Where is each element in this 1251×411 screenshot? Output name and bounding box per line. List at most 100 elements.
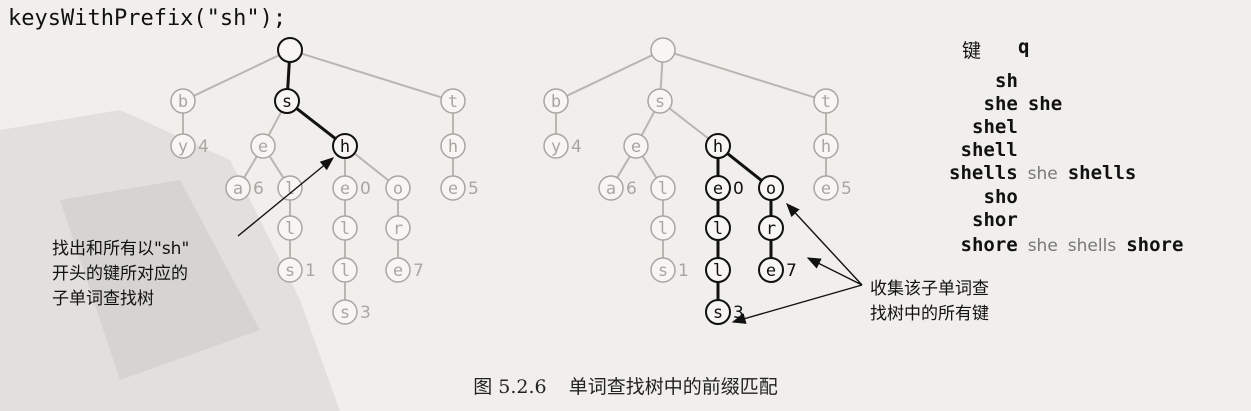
row-key: sho bbox=[983, 186, 1018, 208]
trie-edge bbox=[659, 61, 664, 90]
annotation-collect-keys: 收集该子单词查 找树中的所有键 bbox=[870, 277, 989, 327]
trie-node-value: 0 bbox=[360, 179, 371, 199]
trie-node-label: l bbox=[285, 219, 295, 239]
trie-edge bbox=[726, 152, 763, 182]
trie-node-label: h bbox=[713, 137, 723, 157]
queue-item: she bbox=[1027, 93, 1063, 115]
trie-node-label: e bbox=[821, 179, 831, 199]
table-row: shell bbox=[961, 139, 1018, 161]
table-row: shel bbox=[972, 116, 1018, 138]
table-row: shor bbox=[972, 209, 1018, 231]
trie-edge bbox=[286, 61, 291, 90]
figure-number: 图 5.2.6 bbox=[473, 376, 547, 398]
trie-node-label: t bbox=[821, 92, 831, 112]
trie-edge bbox=[640, 111, 656, 136]
trie-node-label: l bbox=[713, 219, 723, 239]
trie-node-label: o bbox=[766, 179, 776, 199]
row-key: sh bbox=[995, 70, 1018, 92]
annotation-line: 找出和所有以"sh" bbox=[52, 239, 190, 259]
trie-node-label: r bbox=[393, 219, 403, 239]
trie-node-label: a bbox=[606, 179, 616, 199]
trie-node-label: e bbox=[631, 137, 641, 157]
queue-item: she bbox=[1027, 236, 1058, 256]
trie-node-value: 5 bbox=[841, 179, 852, 199]
queue-item: shore bbox=[1126, 234, 1184, 256]
trie-node-value: 7 bbox=[786, 261, 797, 281]
left-trie: b s ty 4 e h ha 6 l e 0 o e 5l l rs 1 l e 7s 3 bbox=[170, 37, 479, 325]
trie-node-value: 6 bbox=[626, 179, 637, 199]
trie-edge bbox=[616, 155, 631, 179]
trie-edge bbox=[243, 155, 258, 179]
trie-edge bbox=[353, 152, 390, 182]
trie-node-label: r bbox=[766, 219, 776, 239]
trie-node-value: 5 bbox=[468, 179, 479, 199]
trie-node-value: 6 bbox=[253, 179, 264, 199]
trie-node-label: s bbox=[713, 303, 723, 323]
trie-node-label: s bbox=[340, 303, 350, 323]
annotation-arrow bbox=[806, 257, 863, 286]
trie-node-label: e bbox=[766, 261, 776, 281]
table-row: shells she shells bbox=[949, 162, 1136, 184]
trie-node-label: h bbox=[821, 137, 831, 157]
annotation-arrow bbox=[731, 284, 863, 324]
trie-edge bbox=[193, 54, 280, 97]
trie-edge bbox=[301, 52, 442, 99]
trie-node-value: 1 bbox=[678, 261, 689, 281]
table-row: shore she shells shore bbox=[961, 234, 1184, 256]
trie-node-label: s bbox=[658, 261, 668, 281]
trie-node-value: 4 bbox=[198, 137, 209, 157]
annotation-find-subtrie: 找出和所有以"sh" 开头的键所对应的 子单词查找树 bbox=[52, 237, 189, 312]
trie-edge bbox=[295, 107, 337, 140]
table-row: sho bbox=[984, 186, 1018, 208]
trie-node-label: b bbox=[178, 92, 188, 112]
trie-node-label: e bbox=[448, 179, 458, 199]
trie-node-label: l bbox=[340, 219, 350, 239]
row-key: shel bbox=[972, 116, 1018, 138]
row-key: shor bbox=[972, 209, 1018, 231]
trie-edge bbox=[668, 107, 710, 140]
annotation-arrow bbox=[786, 202, 863, 286]
trie-node-value: 7 bbox=[413, 261, 424, 281]
table-row: she she bbox=[984, 93, 1063, 115]
trie-node-value: 0 bbox=[733, 179, 744, 199]
figure-title: 单词查找树中的前缀匹配 bbox=[568, 376, 778, 398]
queue-item: shells bbox=[1067, 162, 1137, 184]
header-key: 键 bbox=[962, 40, 982, 62]
trie-edge bbox=[267, 111, 283, 136]
row-key: shore bbox=[960, 234, 1018, 256]
code-title: keysWithPrefix("sh"); bbox=[8, 6, 287, 31]
header-q: q bbox=[1018, 36, 1030, 58]
trie-node-label: b bbox=[551, 92, 561, 112]
trie-node-label: o bbox=[393, 179, 403, 199]
trie-node-label: s bbox=[285, 261, 295, 281]
row-key: shell bbox=[960, 139, 1018, 161]
trie-node-label: s bbox=[282, 92, 292, 112]
trie-node-value: 3 bbox=[360, 303, 371, 323]
trie-edge bbox=[566, 54, 653, 97]
trie-edge bbox=[268, 155, 285, 179]
table-row: sh bbox=[995, 70, 1018, 92]
trie-diagram: b s ty 4 e h ha 6 l e 0 o e 5l l rs 1 l e 7s 3b s ty 4 e h ha 6 l e 0 o… bbox=[170, 37, 863, 325]
trie-node-label: l bbox=[713, 261, 723, 281]
trie-node-label: h bbox=[448, 137, 458, 157]
trie-node-label: e bbox=[393, 261, 403, 281]
trie-node bbox=[277, 37, 303, 63]
trie-edge bbox=[674, 52, 815, 99]
annotation-line: 收集该子单词查 bbox=[870, 279, 989, 299]
trie-node-label: s bbox=[655, 92, 665, 112]
annotation-line: 找树中的所有键 bbox=[870, 304, 989, 324]
trie-node-label: a bbox=[233, 179, 243, 199]
trie-node-label: e bbox=[340, 179, 350, 199]
trie-node-label: l bbox=[658, 179, 668, 199]
row-key: she bbox=[983, 93, 1018, 115]
trie-node-value: 4 bbox=[571, 137, 582, 157]
trie-node-label: t bbox=[448, 92, 458, 112]
trie-node-label: h bbox=[340, 137, 350, 157]
queue-item: shells bbox=[1067, 236, 1117, 256]
trie-node-label: l bbox=[340, 261, 350, 281]
trie-node-label: e bbox=[713, 179, 723, 199]
annotation-line: 子单词查找树 bbox=[52, 289, 154, 309]
trie-node-value: 1 bbox=[305, 261, 316, 281]
trie-node-label: e bbox=[258, 137, 268, 157]
figure-caption: 图 5.2.6 单词查找树中的前缀匹配 bbox=[0, 372, 1251, 399]
